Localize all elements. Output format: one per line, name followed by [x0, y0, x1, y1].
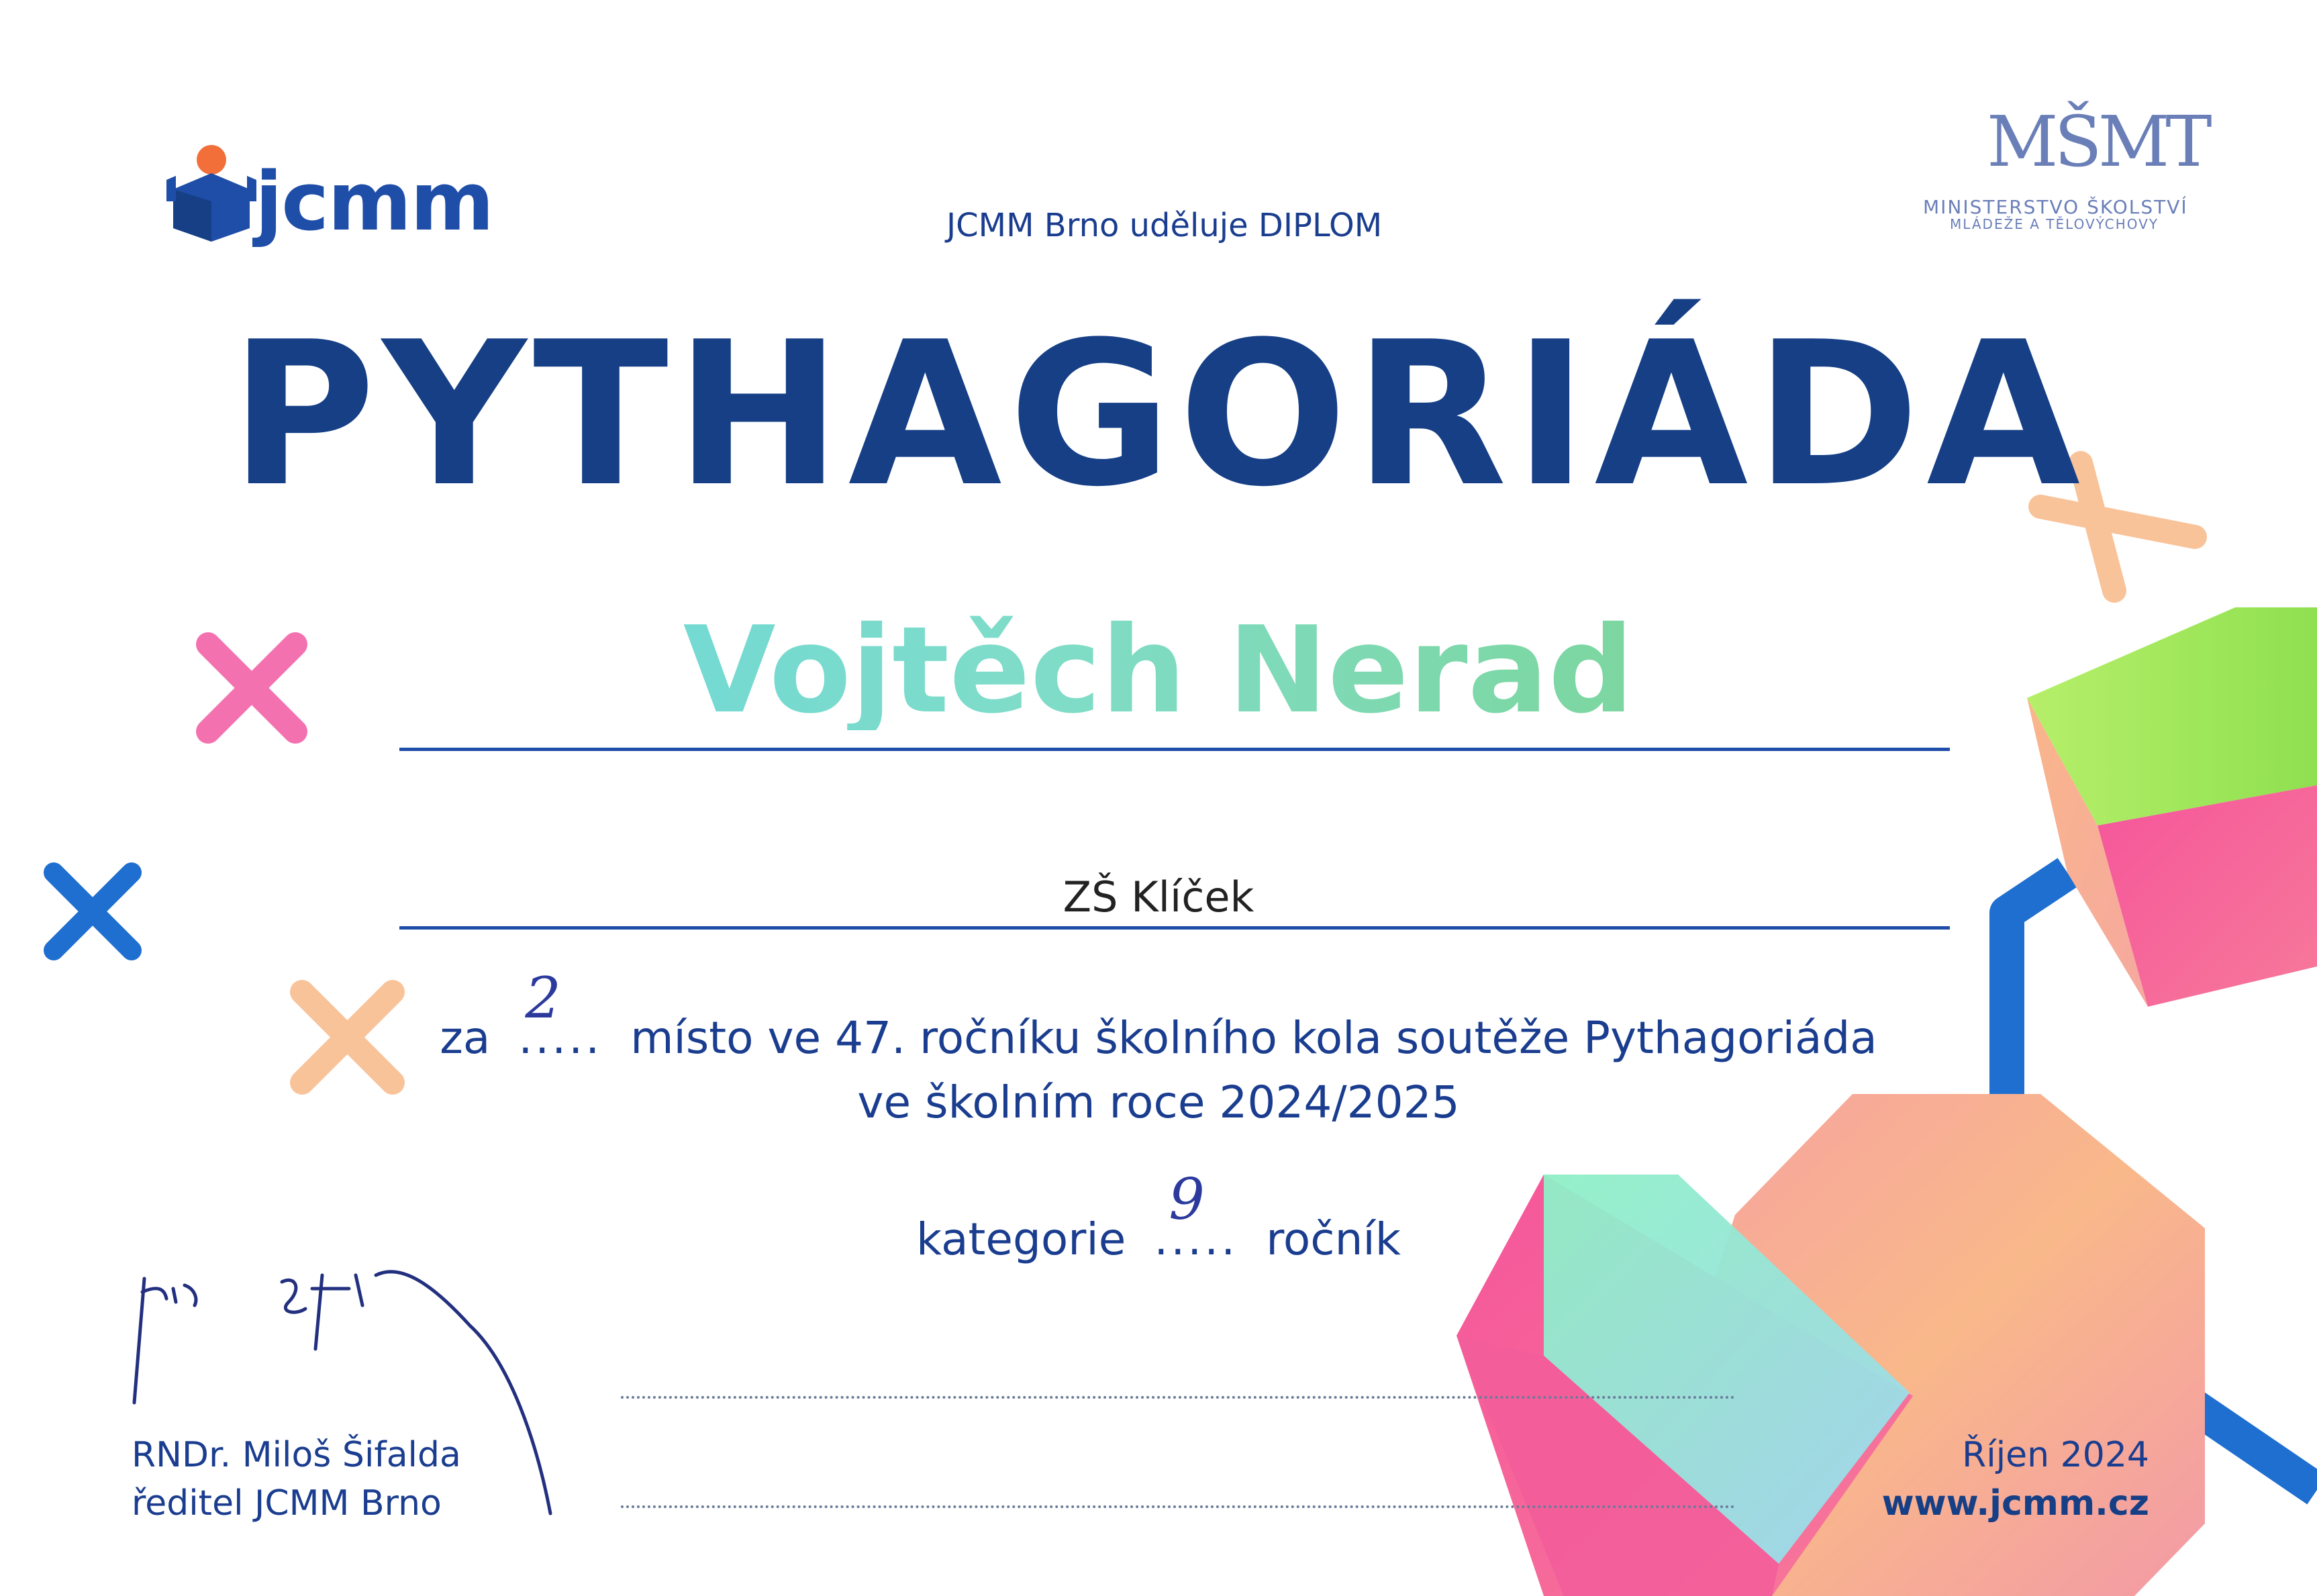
ministry-name-line1: MINISTERSTVO ŠKOLSTVÍ — [1923, 196, 2188, 218]
award-line-place: za 2 ..... místo ve 47. ročníku školního… — [0, 965, 2317, 1064]
signature-drawing — [132, 1270, 552, 1515]
handwritten-place: 2 — [525, 965, 561, 1031]
issue-date: Říjen 2024 — [1962, 1435, 2149, 1475]
award-suffix: místo ve 47. ročníku školního kola soutě… — [630, 1012, 1877, 1064]
signature-dotted-line-1 — [621, 1396, 1735, 1399]
handwritten-category: 9 — [1169, 1166, 1205, 1232]
diploma-title: PYTHAGORIÁDA — [230, 299, 2087, 530]
signature-dotted-line-2 — [621, 1505, 1735, 1508]
ministry-name-line2: MLÁDEŽE A TĚLOVÝCHOVY — [1950, 216, 2159, 232]
issuer-line: JCMM Brno uděluje DIPLOM — [946, 207, 1383, 244]
signatory-role: ředitel JCMM Brno — [132, 1483, 442, 1524]
school-underline — [399, 926, 1950, 930]
category-prefix: kategorie — [916, 1213, 1126, 1265]
school-name: ZŠ Klíček — [1063, 872, 1254, 921]
category-line: kategorie 9 ..... ročník — [0, 1166, 2317, 1265]
jcmm-logo-icon — [166, 145, 256, 242]
award-prefix: za — [440, 1012, 491, 1064]
award-line-school-year: ve školním roce 2024/2025 — [857, 1077, 1460, 1128]
jcmm-logo-text: jcmm — [255, 156, 494, 249]
ministry-logo-mark: MŠMT — [1987, 101, 2212, 183]
recipient-underline — [399, 748, 1950, 751]
signatory-name: RNDr. Miloš Šifalda — [132, 1435, 461, 1475]
recipient-name: Vojtěch Nerad — [0, 611, 2317, 730]
website-link[interactable]: www.jcmm.cz — [1882, 1483, 2149, 1524]
category-suffix: ročník — [1266, 1213, 1401, 1265]
